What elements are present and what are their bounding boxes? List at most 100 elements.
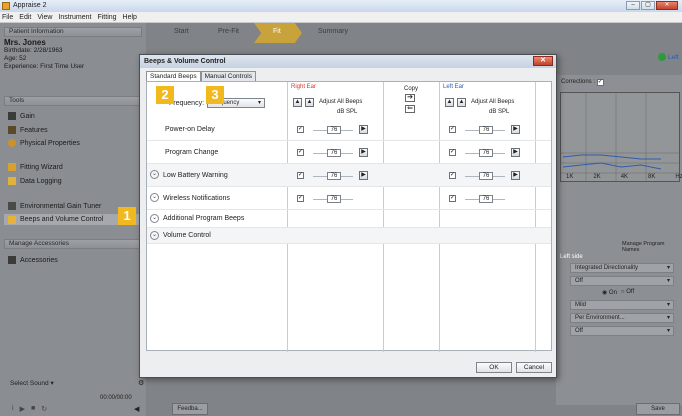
- left-slider[interactable]: 76: [465, 195, 505, 203]
- sidebar-item-data-logging[interactable]: Data Logging: [8, 177, 62, 185]
- minimize-button[interactable]: –: [626, 1, 640, 10]
- beep-label: Low Battery Warning: [163, 172, 228, 179]
- speaker-icon[interactable]: ◀: [134, 405, 139, 413]
- tab-pre-fit[interactable]: Pre-Fit: [218, 28, 239, 35]
- feature-select-2[interactable]: Off: [570, 326, 674, 336]
- beep-row-wireless-notifications: ⌄ Wireless Notifications ✓ 76 ✓ 76: [147, 187, 551, 210]
- left-value[interactable]: 76: [479, 149, 493, 157]
- expand-icon[interactable]: ⌄: [150, 214, 159, 223]
- left-checkbox[interactable]: ✓: [449, 149, 456, 156]
- settings-icon[interactable]: ⚙: [138, 379, 144, 387]
- right-increase-all-button[interactable]: ▲: [305, 98, 314, 107]
- right-slider[interactable]: 76: [313, 195, 353, 203]
- window-controls: – ▢ ✕: [626, 1, 678, 10]
- right-slider[interactable]: 76: [313, 172, 353, 180]
- right-checkbox[interactable]: ✓: [297, 149, 304, 156]
- select-sound-label: Select Sound: [10, 380, 49, 387]
- beep-row-volume-control: ⌄ Volume Control: [147, 228, 551, 244]
- right-play-button[interactable]: ▶: [359, 125, 368, 134]
- callout-badge-3: 3: [206, 86, 224, 104]
- tools-header[interactable]: Tools: [4, 96, 142, 106]
- menu-instrument[interactable]: Instrument: [58, 12, 91, 22]
- sidebar-item-fitting-wizard[interactable]: Fitting Wizard: [8, 163, 63, 171]
- right-slider[interactable]: 76: [313, 149, 353, 157]
- expand-icon[interactable]: ⌄: [150, 193, 159, 202]
- stop-icon[interactable]: ■: [31, 405, 35, 413]
- left-decrease-all-button[interactable]: ▲: [445, 98, 454, 107]
- copy-left-to-right-button[interactable]: ⇐: [405, 105, 415, 113]
- tab-standard-beeps[interactable]: Standard Beeps: [146, 71, 201, 81]
- sidebar-item-label: Accessories: [20, 256, 58, 264]
- menu-help[interactable]: Help: [123, 12, 137, 22]
- sidebar-item-accessories[interactable]: Accessories: [8, 256, 58, 264]
- menu-edit[interactable]: Edit: [19, 12, 31, 22]
- maximize-button[interactable]: ▢: [641, 1, 655, 10]
- expand-icon[interactable]: ⌄: [150, 231, 159, 240]
- left-value[interactable]: 76: [479, 195, 493, 203]
- ok-button[interactable]: OK: [476, 362, 512, 373]
- right-play-button[interactable]: ▶: [359, 171, 368, 180]
- play-icon[interactable]: ▶: [20, 405, 25, 413]
- right-checkbox[interactable]: ✓: [297, 126, 304, 133]
- feature-select-1[interactable]: Off: [570, 276, 674, 286]
- environment-select[interactable]: Per Environment...: [570, 313, 674, 323]
- info-icon[interactable]: i: [12, 405, 14, 413]
- right-value[interactable]: 76: [327, 195, 341, 203]
- frequency-axis: 1K 2K 4K 8K Hz: [566, 174, 682, 180]
- right-checkbox[interactable]: ✓: [297, 172, 304, 179]
- manage-accessories-header[interactable]: Manage Accessories: [4, 239, 142, 249]
- left-value[interactable]: 76: [479, 172, 493, 180]
- sidebar-item-gain[interactable]: Gain: [8, 112, 35, 120]
- right-play-button[interactable]: ▶: [359, 148, 368, 157]
- left-value[interactable]: 76: [479, 126, 493, 134]
- left-slider[interactable]: 76: [465, 126, 505, 134]
- patient-birthdate: Birthdate: 2/28/1963: [4, 47, 63, 54]
- directionality-select[interactable]: Integrated Directionality: [570, 263, 674, 273]
- physical-properties-icon: [8, 139, 16, 147]
- save-button[interactable]: Save: [636, 403, 680, 415]
- right-adjust-all-label: Adjust All Beeps: [319, 99, 363, 105]
- left-checkbox[interactable]: ✓: [449, 195, 456, 202]
- left-play-button[interactable]: ▶: [511, 148, 520, 157]
- menu-fitting[interactable]: Fitting: [97, 12, 116, 22]
- freq-label-4k: 4K: [620, 174, 629, 180]
- right-value[interactable]: 76: [327, 126, 341, 134]
- sidebar-item-physical-properties[interactable]: Physical Properties: [8, 139, 80, 147]
- right-checkbox[interactable]: ✓: [297, 195, 304, 202]
- tab-manual-controls[interactable]: Manual Controls: [200, 71, 256, 81]
- dialog-close-button[interactable]: ✕: [533, 56, 553, 66]
- loop-icon[interactable]: ↻: [41, 405, 47, 413]
- left-play-button[interactable]: ▶: [511, 171, 520, 180]
- right-value[interactable]: 76: [327, 172, 341, 180]
- sidebar-item-features[interactable]: Features: [8, 126, 48, 134]
- tab-summary[interactable]: Summary: [318, 28, 348, 35]
- expand-icon[interactable]: ⌄: [150, 170, 159, 179]
- left-increase-all-button[interactable]: ▲: [457, 98, 466, 107]
- left-checkbox[interactable]: ✓: [449, 172, 456, 179]
- menu-file[interactable]: File: [2, 12, 13, 22]
- left-checkbox[interactable]: ✓: [449, 126, 456, 133]
- on-radio[interactable]: ◉ On: [602, 289, 617, 296]
- select-sound-dropdown[interactable]: Select Sound ▾: [10, 379, 54, 387]
- right-slider[interactable]: 76: [313, 126, 353, 134]
- manage-program-names-button[interactable]: Manage Program Names: [622, 241, 682, 253]
- patient-info-header[interactable]: Patient Information: [4, 27, 142, 37]
- gain-icon: [8, 112, 16, 120]
- strength-select[interactable]: Mild: [570, 300, 674, 310]
- right-decrease-all-button[interactable]: ▲: [293, 98, 302, 107]
- left-slider[interactable]: 76: [465, 172, 505, 180]
- copy-right-to-left-button[interactable]: ➔: [405, 94, 415, 102]
- right-value[interactable]: 76: [327, 149, 341, 157]
- left-play-button[interactable]: ▶: [511, 125, 520, 134]
- left-slider[interactable]: 76: [465, 149, 505, 157]
- tab-start[interactable]: Start: [174, 28, 189, 35]
- tab-fit[interactable]: Fit: [273, 28, 281, 35]
- sidebar-item-environmental-gain-tuner[interactable]: Environmental Gain Tuner: [8, 202, 101, 210]
- menu-view[interactable]: View: [37, 12, 52, 22]
- corrections-checkbox[interactable]: ✓: [596, 79, 604, 86]
- callout-badge-1: 1: [118, 207, 136, 225]
- feedback-button[interactable]: Feedba...: [172, 403, 208, 415]
- off-radio[interactable]: ○ Off: [621, 289, 634, 296]
- cancel-button[interactable]: Cancel: [516, 362, 552, 373]
- close-button[interactable]: ✕: [656, 1, 678, 10]
